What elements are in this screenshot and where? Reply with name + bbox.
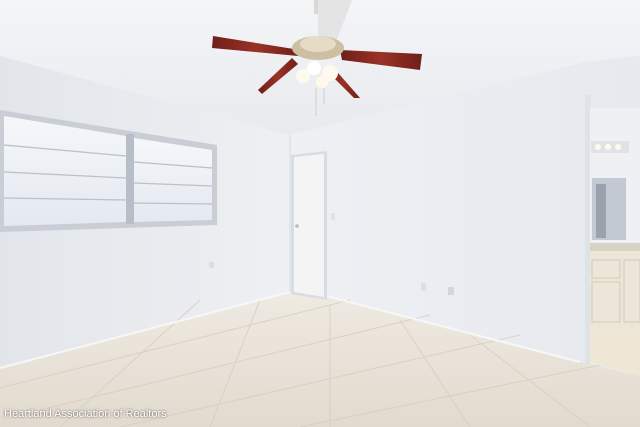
room-photo (0, 0, 640, 427)
bathroom-doorway (590, 108, 640, 376)
cabinet (590, 251, 640, 331)
watermark-text: Heartland Association of Realtors (4, 408, 167, 420)
door (291, 151, 327, 300)
